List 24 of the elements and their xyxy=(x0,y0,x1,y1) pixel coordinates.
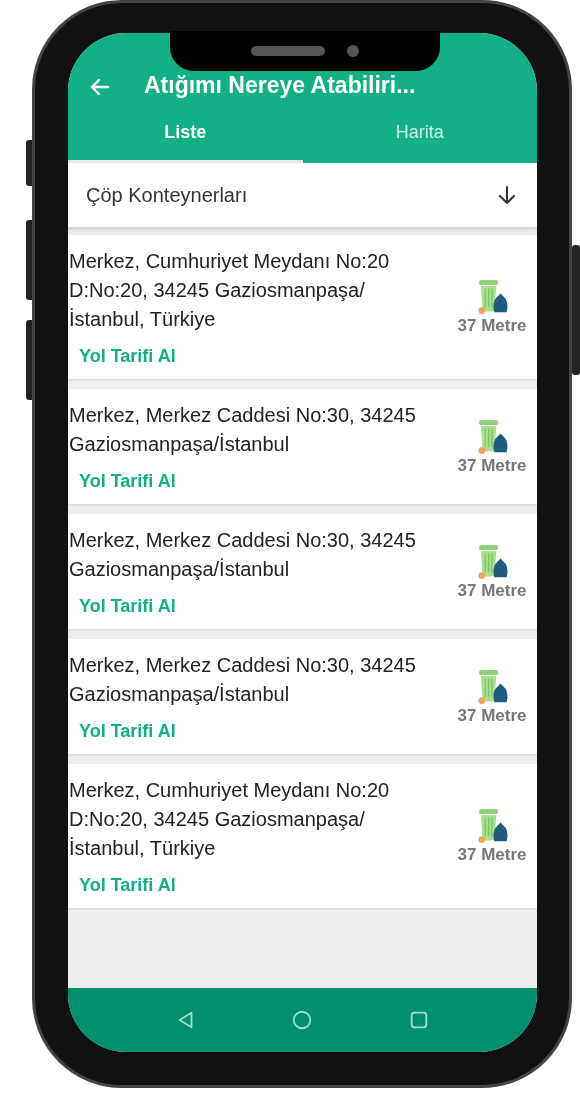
distance-label: 37 Metre xyxy=(457,580,527,601)
trash-bin-icon xyxy=(475,667,509,706)
screen-title: Atığımı Nereye Atabiliri... xyxy=(144,72,416,99)
home-icon[interactable] xyxy=(291,1009,314,1031)
tab[interactable]: Harita xyxy=(302,105,537,163)
address-text: Merkez, Cumhuriyet Meydanı No:20 D:No:20, 34245 Gaziosmanpaşa/İstanbul, Türkiye xyxy=(69,778,391,861)
directions-link[interactable]: Yol Tarifi Al xyxy=(79,471,176,492)
trash-bin-icon xyxy=(475,807,509,845)
address-text: Merkez, Merkez Caddesi No:30, 34245 Gaziosmanpaşa/İstanbul xyxy=(69,403,417,457)
trash-bin-icon xyxy=(475,278,509,316)
distance-label: 37 Metre xyxy=(457,845,527,865)
directions-link[interactable]: Yol Tarifi Al xyxy=(79,346,176,367)
directions-link[interactable]: Yol Tarifi Al xyxy=(79,875,176,896)
trash-bin-icon xyxy=(475,542,509,581)
address-text: Merkez, Merkez Caddesi No:30, 34245 Gaziosmanpaşa/İstanbul xyxy=(69,528,417,582)
distance-label: 37 Metre xyxy=(457,316,527,336)
trash-bin-icon xyxy=(475,417,509,456)
category-dropdown[interactable]: Çöp Konteynerları xyxy=(68,163,537,227)
distance-label: 37 Metre xyxy=(457,455,527,476)
directions-link[interactable]: Yol Tarifi Al xyxy=(79,721,176,742)
distance-label: 37 Metre xyxy=(457,705,527,726)
directions-link[interactable]: Yol Tarifi Al xyxy=(79,596,176,617)
address-text: Merkez, Cumhuriyet Meydanı No:20 D:No:20, 34245 Gaziosmanpaşa/İstanbul, Türkiye xyxy=(69,249,391,332)
address-text: Merkez, Merkez Caddesi No:30, 34245 Gaziosmanpaşa/İstanbul xyxy=(69,653,417,707)
